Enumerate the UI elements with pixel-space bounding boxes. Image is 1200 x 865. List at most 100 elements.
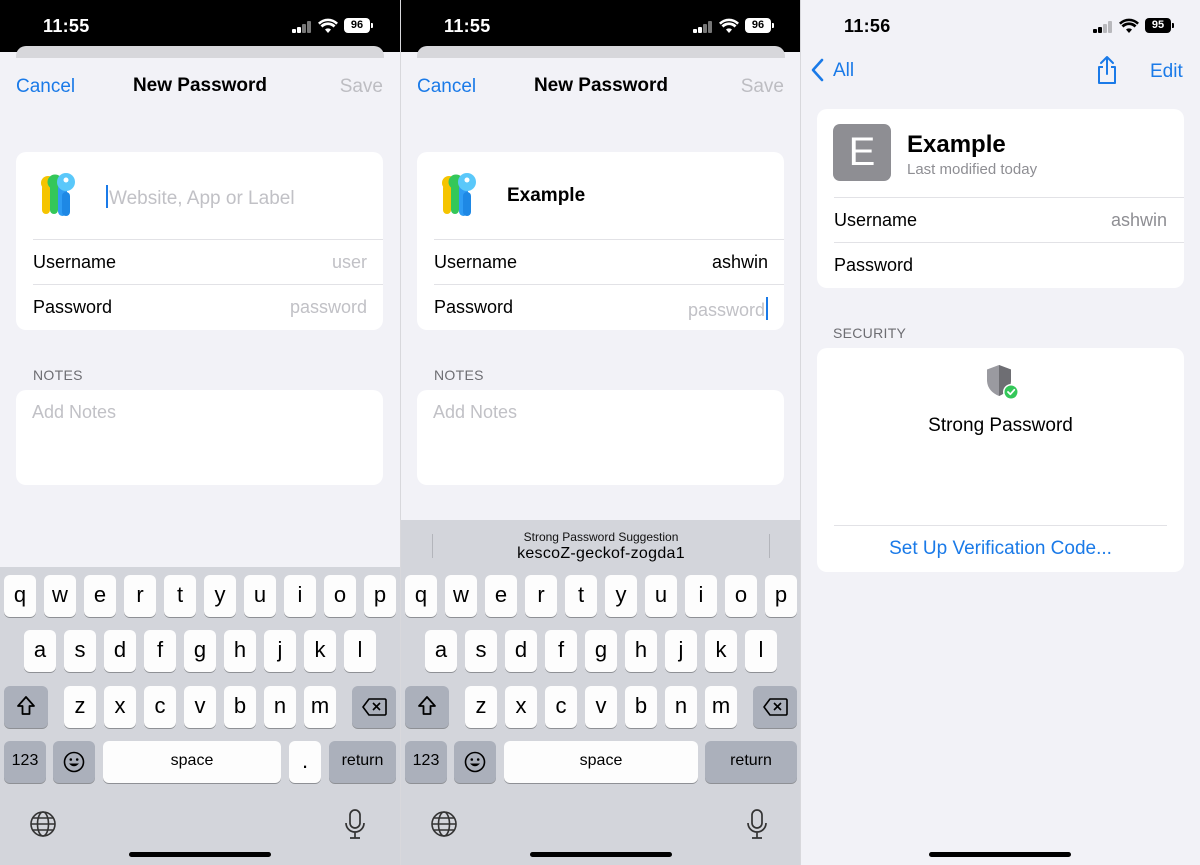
password-suggestion-bar[interactable]: Strong Password Suggestion kescoZ-geckof… <box>401 520 800 567</box>
period-key[interactable]: . <box>289 741 321 783</box>
space-key[interactable]: space <box>504 741 698 783</box>
delete-key[interactable] <box>352 686 396 728</box>
emoji-icon <box>464 751 486 773</box>
key-m[interactable]: m <box>304 686 336 728</box>
key-p[interactable]: p <box>364 575 396 617</box>
back-button[interactable]: All <box>833 60 854 82</box>
website-input[interactable]: Website, App or Label <box>106 185 295 210</box>
key-k[interactable]: k <box>304 630 336 672</box>
shift-key[interactable] <box>4 686 48 728</box>
key-t[interactable]: t <box>565 575 597 617</box>
key-w[interactable]: w <box>445 575 477 617</box>
key-c[interactable]: c <box>545 686 577 728</box>
key-u[interactable]: u <box>645 575 677 617</box>
space-key[interactable]: space <box>103 741 281 783</box>
key-j[interactable]: j <box>264 630 296 672</box>
suggested-password[interactable]: kescoZ-geckof-zogda1 <box>401 545 800 563</box>
key-d[interactable]: d <box>505 630 537 672</box>
key-z[interactable]: z <box>465 686 497 728</box>
key-i[interactable]: i <box>685 575 717 617</box>
key-r[interactable]: r <box>124 575 156 617</box>
key-f[interactable]: f <box>545 630 577 672</box>
microphone-icon[interactable] <box>746 808 768 840</box>
key-v[interactable]: v <box>585 686 617 728</box>
delete-key[interactable] <box>753 686 797 728</box>
key-y[interactable]: y <box>605 575 637 617</box>
numbers-key[interactable]: 123 <box>4 741 46 783</box>
key-m[interactable]: m <box>705 686 737 728</box>
key-z[interactable]: z <box>64 686 96 728</box>
key-u[interactable]: u <box>244 575 276 617</box>
key-k[interactable]: k <box>705 630 737 672</box>
password-input[interactable]: password <box>290 297 367 318</box>
key-f[interactable]: f <box>144 630 176 672</box>
key-n[interactable]: n <box>665 686 697 728</box>
username-row[interactable]: Username user <box>33 239 383 284</box>
key-p[interactable]: p <box>765 575 797 617</box>
key-e[interactable]: e <box>485 575 517 617</box>
share-icon[interactable] <box>1096 55 1118 85</box>
username-row[interactable]: Username ashwin <box>834 197 1184 242</box>
password-row[interactable]: Password <box>834 242 1184 287</box>
return-key[interactable]: return <box>705 741 797 783</box>
key-x[interactable]: x <box>505 686 537 728</box>
key-b[interactable]: b <box>625 686 657 728</box>
username-input[interactable]: ashwin <box>712 252 768 273</box>
key-c[interactable]: c <box>144 686 176 728</box>
key-a[interactable]: a <box>24 630 56 672</box>
key-e[interactable]: e <box>84 575 116 617</box>
key-h[interactable]: h <box>625 630 657 672</box>
battery-indicator: 95 <box>1145 18 1174 33</box>
globe-icon[interactable] <box>430 810 458 838</box>
password-row[interactable]: Password password <box>33 284 383 329</box>
emoji-key[interactable] <box>454 741 496 783</box>
numbers-key[interactable]: 123 <box>405 741 447 783</box>
setup-verification-code-button[interactable]: Set Up Verification Code... <box>817 538 1184 560</box>
key-n[interactable]: n <box>264 686 296 728</box>
key-w[interactable]: w <box>44 575 76 617</box>
save-button[interactable]: Save <box>340 76 383 98</box>
key-r[interactable]: r <box>525 575 557 617</box>
key-j[interactable]: j <box>665 630 697 672</box>
username-input[interactable]: user <box>332 252 367 273</box>
microphone-icon[interactable] <box>344 808 366 840</box>
key-i[interactable]: i <box>284 575 316 617</box>
key-h[interactable]: h <box>224 630 256 672</box>
password-label: Password <box>33 297 113 317</box>
key-a[interactable]: a <box>425 630 457 672</box>
return-key[interactable]: return <box>329 741 396 783</box>
key-s[interactable]: s <box>64 630 96 672</box>
key-x[interactable]: x <box>104 686 136 728</box>
username-value[interactable]: ashwin <box>1111 210 1167 231</box>
password-row[interactable]: Password password <box>434 284 784 329</box>
shift-key[interactable] <box>405 686 449 728</box>
key-q[interactable]: q <box>405 575 437 617</box>
key-l[interactable]: l <box>344 630 376 672</box>
key-o[interactable]: o <box>324 575 356 617</box>
key-b[interactable]: b <box>224 686 256 728</box>
save-button[interactable]: Save <box>741 76 784 98</box>
key-t[interactable]: t <box>164 575 196 617</box>
key-g[interactable]: g <box>585 630 617 672</box>
battery-indicator: 96 <box>745 18 774 33</box>
website-input[interactable]: Example <box>507 185 585 207</box>
key-s[interactable]: s <box>465 630 497 672</box>
wifi-icon <box>318 18 338 33</box>
key-g[interactable]: g <box>184 630 216 672</box>
key-q[interactable]: q <box>4 575 36 617</box>
notes-input[interactable]: Add Notes <box>417 390 784 485</box>
edit-button[interactable]: Edit <box>1150 61 1183 83</box>
password-input[interactable]: password <box>688 297 768 321</box>
wifi-icon <box>719 18 739 33</box>
emoji-key[interactable] <box>53 741 95 783</box>
notes-input[interactable]: Add Notes <box>16 390 383 485</box>
chevron-left-icon[interactable] <box>810 58 824 82</box>
key-d[interactable]: d <box>104 630 136 672</box>
key-v[interactable]: v <box>184 686 216 728</box>
password-label: Password <box>834 255 914 275</box>
key-l[interactable]: l <box>745 630 777 672</box>
username-row[interactable]: Username ashwin <box>434 239 784 284</box>
key-o[interactable]: o <box>725 575 757 617</box>
key-y[interactable]: y <box>204 575 236 617</box>
globe-icon[interactable] <box>29 810 57 838</box>
